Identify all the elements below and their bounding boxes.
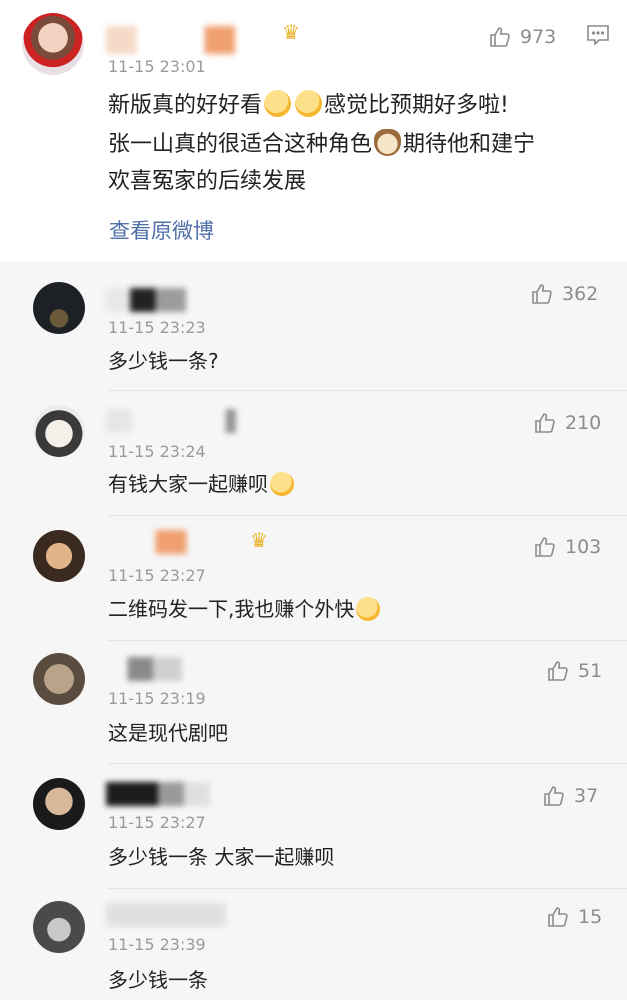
reply-avatar[interactable] xyxy=(33,530,85,582)
username-blurred[interactable] xyxy=(106,530,236,554)
divider xyxy=(108,515,627,516)
reply-avatar[interactable] xyxy=(33,282,85,334)
like-count: 51 xyxy=(578,660,603,682)
like-count: 362 xyxy=(562,283,599,305)
like-button[interactable]: 973 xyxy=(488,25,556,49)
emoji-icon xyxy=(264,90,292,117)
reply-text: 多少钱一条 xyxy=(108,968,208,992)
like-button[interactable]: 15 xyxy=(546,905,602,929)
reply-avatar[interactable] xyxy=(33,653,85,705)
like-count: 37 xyxy=(574,785,599,807)
cat-emoji-icon xyxy=(374,129,402,156)
main-avatar[interactable] xyxy=(22,13,84,75)
reply-avatar[interactable] xyxy=(33,405,85,457)
like-button[interactable]: 362 xyxy=(530,282,598,306)
username-blurred[interactable] xyxy=(106,288,186,312)
reply-avatar[interactable] xyxy=(33,778,85,830)
reply-text: 二维码发一下,我也赚个外快 xyxy=(108,596,382,623)
username-blurred[interactable] xyxy=(106,903,226,927)
username-blurred[interactable] xyxy=(106,782,210,806)
reply-time: 11-15 23:27 xyxy=(108,813,206,832)
like-count: 210 xyxy=(565,412,602,434)
comment-icon[interactable] xyxy=(586,24,610,46)
divider xyxy=(108,888,627,889)
thumbs-up-icon xyxy=(548,661,568,681)
emoji-icon xyxy=(295,90,323,117)
reply-text: 这是现代剧吧 xyxy=(108,721,228,745)
like-count: 973 xyxy=(520,26,557,48)
comment-text: 新版真的好好看 感觉比预期好多啦! 张一山真的很适合这种角色 期待他和建宁 欢喜冤家… xyxy=(108,90,535,195)
crown-badge-icon: ♛ xyxy=(282,20,300,44)
like-button[interactable]: 103 xyxy=(533,535,601,559)
like-button[interactable]: 210 xyxy=(533,411,601,435)
like-button[interactable]: 37 xyxy=(542,784,598,808)
reply-time: 11-15 23:19 xyxy=(108,689,206,708)
crown-badge-icon: ♛ xyxy=(250,528,268,552)
reply-text: 多少钱一条? xyxy=(108,349,219,373)
thumbs-up-icon xyxy=(490,27,510,47)
divider xyxy=(108,763,627,764)
reply-avatar[interactable] xyxy=(33,901,85,953)
comment-time: 11-15 23:01 xyxy=(108,57,206,76)
thumbs-up-icon xyxy=(544,786,564,806)
divider xyxy=(108,640,627,641)
thumbs-up-icon xyxy=(532,284,552,304)
view-original-post-link[interactable]: 查看原微博 xyxy=(109,215,214,245)
username-blurred[interactable] xyxy=(106,657,182,681)
reply-time: 11-15 23:27 xyxy=(108,566,206,585)
reply-time: 11-15 23:24 xyxy=(108,442,206,461)
username-blurred[interactable] xyxy=(106,409,236,433)
emoji-icon xyxy=(356,597,381,621)
username-blurred[interactable] xyxy=(106,26,276,54)
like-count: 15 xyxy=(578,906,603,928)
thumbs-up-icon xyxy=(535,413,555,433)
reply-text: 多少钱一条 大家一起赚呗 xyxy=(108,845,335,869)
thumbs-up-icon xyxy=(535,537,555,557)
like-count: 103 xyxy=(565,536,602,558)
replies-list: 362 11-15 23:23 多少钱一条? 210 11-15 23:24 有… xyxy=(0,262,627,1000)
emoji-icon xyxy=(270,472,294,496)
main-comment: ♛ 11-15 23:01 973 新版真的好好看 感觉比预期好多啦! 张一山真的… xyxy=(0,0,627,262)
like-button[interactable]: 51 xyxy=(546,659,602,683)
reply-time: 11-15 23:23 xyxy=(108,318,206,337)
divider xyxy=(108,390,627,391)
thumbs-up-icon xyxy=(548,907,568,927)
reply-time: 11-15 23:39 xyxy=(108,935,206,954)
reply-text: 有钱大家一起赚呗 xyxy=(108,471,296,498)
